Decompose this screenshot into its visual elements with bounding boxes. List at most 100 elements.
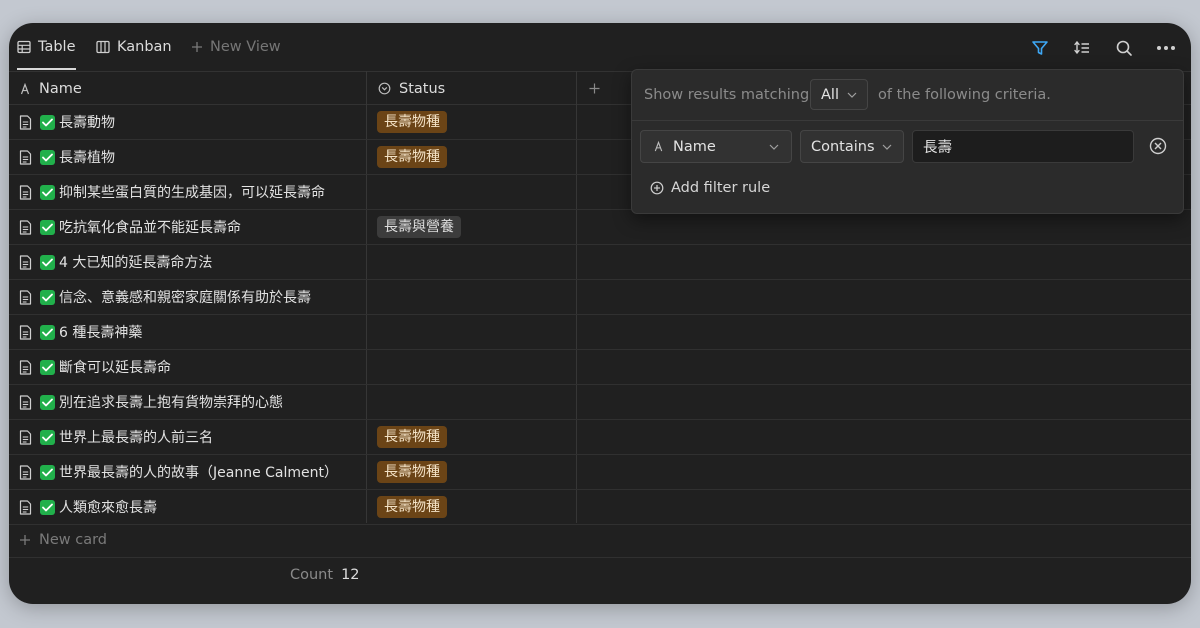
document-icon <box>19 184 32 200</box>
row-title: 別在追求長壽上抱有貨物崇拜的心態 <box>59 395 283 411</box>
filter-value-input[interactable] <box>912 130 1134 163</box>
table-row[interactable]: 斷食可以延長壽命 <box>9 350 1191 385</box>
tab-table-view[interactable]: Table <box>17 23 76 71</box>
row-title: 斷食可以延長壽命 <box>59 360 171 376</box>
table-row[interactable]: 別在追求長壽上抱有貨物崇拜的心態 <box>9 385 1191 420</box>
database-window: Table Kanban New View Name Status 長壽動物 長… <box>9 23 1191 604</box>
check-icon <box>40 289 55 305</box>
check-icon <box>40 464 55 480</box>
row-name-cell[interactable]: 吃抗氧化食品並不能延長壽命 <box>19 210 241 244</box>
match-mode-select[interactable]: All <box>810 79 868 110</box>
filter-property-value: Name <box>673 138 716 155</box>
row-name-cell[interactable]: 4 大已知的延長壽命方法 <box>19 245 212 279</box>
table-row[interactable]: 4 大已知的延長壽命方法 <box>9 245 1191 280</box>
check-icon <box>40 429 55 445</box>
check-icon <box>40 149 55 165</box>
table-icon <box>17 40 31 54</box>
plus-icon <box>192 42 202 52</box>
filter-operator-select[interactable]: Contains <box>800 130 904 163</box>
check-icon <box>40 499 55 515</box>
row-name-cell[interactable]: 抑制某些蛋白質的生成基因，可以延長壽命 <box>19 175 325 209</box>
row-title: 人類愈來愈長壽 <box>59 500 157 516</box>
row-title: 世界最長壽的人的故事（Jeanne Calment） <box>59 465 338 481</box>
sort-icon <box>1074 40 1089 55</box>
row-name-cell[interactable]: 世界最長壽的人的故事（Jeanne Calment） <box>19 455 338 489</box>
table-row[interactable]: 人類愈來愈長壽 長壽物種 <box>9 490 1191 525</box>
more-options-button[interactable] <box>1155 37 1177 59</box>
new-view-label: New View <box>210 39 281 55</box>
text-type-icon <box>20 82 30 94</box>
plus-icon <box>20 535 30 545</box>
row-name-cell[interactable]: 世界上最長壽的人前三名 <box>19 420 213 454</box>
new-card-row <box>9 523 1191 558</box>
search-button[interactable] <box>1113 37 1135 59</box>
document-icon <box>19 254 32 270</box>
row-name-cell[interactable]: 長壽動物 <box>19 105 115 139</box>
remove-filter-rule-button[interactable] <box>1148 136 1168 156</box>
row-name-cell[interactable]: 斷食可以延長壽命 <box>19 350 171 384</box>
more-icon <box>1157 46 1175 50</box>
check-icon <box>40 219 55 235</box>
row-name-cell[interactable]: 長壽植物 <box>19 140 115 174</box>
status-tag[interactable]: 長壽物種 <box>377 111 447 133</box>
add-filter-rule-button[interactable]: Add filter rule <box>650 174 770 202</box>
filter-button[interactable] <box>1029 37 1051 59</box>
check-icon <box>40 254 55 270</box>
filter-popover: Show results matching All of the followi… <box>631 69 1184 214</box>
status-tag[interactable]: 長壽物種 <box>377 146 447 168</box>
table-row[interactable]: 信念、意義感和親密家庭關係有助於長壽 <box>9 280 1191 315</box>
column-header-name-label: Name <box>39 80 82 97</box>
row-name-cell[interactable]: 人類愈來愈長壽 <box>19 490 157 524</box>
column-header-status-label: Status <box>399 80 446 97</box>
view-toolbar: Table Kanban New View <box>9 23 1191 71</box>
row-count: Count 12 <box>290 558 360 592</box>
status-tag[interactable]: 長壽物種 <box>377 496 447 518</box>
check-icon <box>40 394 55 410</box>
row-title: 6 種長壽神藥 <box>59 325 143 341</box>
table-row[interactable]: 吃抗氧化食品並不能延長壽命 長壽與營養 <box>9 210 1191 245</box>
document-icon <box>19 289 32 305</box>
row-name-cell[interactable]: 6 種長壽神藥 <box>19 315 142 349</box>
filter-prefix-text: Show results matching <box>644 87 810 103</box>
row-title: 世界上最長壽的人前三名 <box>59 430 213 446</box>
select-type-icon <box>378 82 391 95</box>
close-circle-icon <box>1149 137 1167 155</box>
sort-button[interactable] <box>1071 37 1093 59</box>
document-icon <box>19 149 32 165</box>
new-view-button[interactable]: New View <box>191 23 281 71</box>
new-card-button[interactable]: New card <box>19 523 107 557</box>
column-header-status[interactable]: Status <box>378 72 445 105</box>
column-header-name[interactable]: Name <box>19 72 82 105</box>
status-tag[interactable]: 長壽物種 <box>377 426 447 448</box>
document-icon <box>19 114 32 130</box>
document-icon <box>19 324 32 340</box>
check-icon <box>40 324 55 340</box>
filter-icon <box>1032 41 1048 55</box>
table-row[interactable]: 世界上最長壽的人前三名 長壽物種 <box>9 420 1191 455</box>
add-column-button[interactable] <box>589 72 600 105</box>
table-row[interactable]: 6 種長壽神藥 <box>9 315 1191 350</box>
row-name-cell[interactable]: 別在追求長壽上抱有貨物崇拜的心態 <box>19 385 283 419</box>
text-type-icon <box>654 141 663 152</box>
chevron-down-icon <box>769 144 779 150</box>
row-title: 抑制某些蛋白質的生成基因，可以延長壽命 <box>59 185 325 201</box>
table-row[interactable]: 世界最長壽的人的故事（Jeanne Calment） 長壽物種 <box>9 455 1191 490</box>
tab-table-label: Table <box>38 39 76 55</box>
row-title: 吃抗氧化食品並不能延長壽命 <box>59 220 241 236</box>
row-title: 4 大已知的延長壽命方法 <box>59 255 213 271</box>
chevron-down-icon <box>847 92 857 98</box>
search-icon <box>1116 40 1132 56</box>
plus-circle-icon <box>650 181 664 195</box>
filter-operator-value: Contains <box>811 138 875 155</box>
row-name-cell[interactable]: 信念、意義感和親密家庭關係有助於長壽 <box>19 280 311 314</box>
row-title: 長壽動物 <box>59 115 115 131</box>
tab-kanban-label: Kanban <box>117 39 172 55</box>
filter-property-select[interactable]: Name <box>640 130 792 163</box>
check-icon <box>40 114 55 130</box>
tab-kanban-view[interactable]: Kanban <box>96 23 172 71</box>
count-label: Count <box>290 567 334 583</box>
status-tag[interactable]: 長壽與營養 <box>377 216 461 238</box>
filter-suffix-text: of the following criteria. <box>878 87 1051 103</box>
document-icon <box>19 499 32 515</box>
status-tag[interactable]: 長壽物種 <box>377 461 447 483</box>
